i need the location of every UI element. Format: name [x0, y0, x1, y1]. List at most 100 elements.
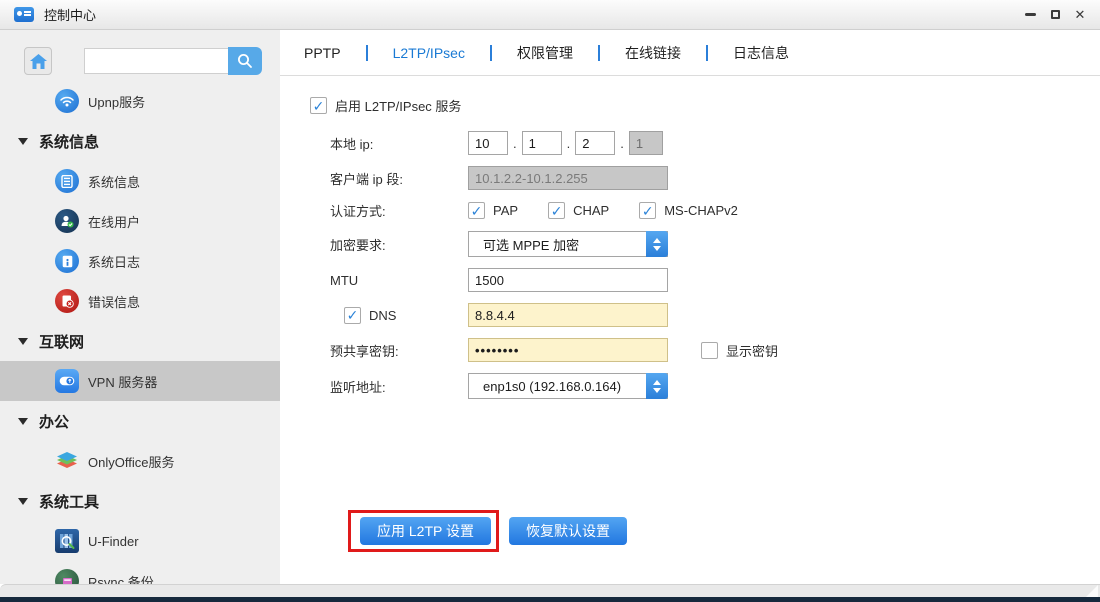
error-info-icon: [55, 289, 79, 313]
show-key-label: 显示密钥: [726, 341, 778, 360]
psk-row: 预共享密钥: 显示密钥: [330, 338, 1100, 362]
sidebar-item-label: 系统日志: [88, 252, 140, 271]
tab-pptp[interactable]: PPTP: [300, 45, 345, 61]
dns-input[interactable]: [468, 303, 668, 327]
app-icon: [14, 7, 34, 22]
l2tp-settings-form: 启用 L2TP/IPsec 服务 本地 ip: . . . 客户端 ip 段: …: [280, 76, 1100, 545]
window-controls: ✕: [1022, 7, 1088, 23]
auth-option-chap: CHAP: [548, 202, 609, 219]
dns-row: DNS: [330, 303, 1100, 327]
sidebar-item-upnp[interactable]: Upnp服务: [0, 81, 280, 121]
sidebar-item-label: 系统信息: [88, 172, 140, 191]
sidebar-search-row: [24, 47, 262, 75]
maximize-icon: [1051, 10, 1060, 19]
collapse-triangle-icon: [18, 418, 28, 425]
client-range-row: 客户端 ip 段:: [330, 166, 1100, 190]
client-range-label: 客户端 ip 段:: [330, 169, 468, 188]
local-ip-octet-4: [629, 131, 663, 155]
sidebar-item-rsync[interactable]: Rsync 备份: [0, 561, 280, 584]
ip-dot: .: [513, 136, 517, 151]
sidebar-item-vpn-server[interactable]: VPN 服务器: [0, 361, 280, 401]
encryption-row: 加密要求: 可选 MPPE 加密: [330, 231, 1100, 257]
mschapv2-checkbox[interactable]: [639, 202, 656, 219]
psk-label: 预共享密钥:: [330, 341, 468, 360]
close-button[interactable]: ✕: [1072, 7, 1088, 23]
restore-defaults-button[interactable]: 恢复默认设置: [509, 517, 627, 545]
collapse-triangle-icon: [18, 338, 28, 345]
tab-l2tp-ipsec[interactable]: L2TP/IPsec: [389, 45, 469, 61]
ufinder-icon: [55, 529, 79, 553]
listen-address-label: 监听地址:: [330, 377, 468, 396]
search-button[interactable]: [228, 47, 262, 75]
encryption-select[interactable]: 可选 MPPE 加密: [468, 231, 668, 257]
auth-methods-row: 认证方式: PAP CHAP MS-CHAPv2: [330, 201, 1100, 220]
window-title: 控制中心: [44, 5, 96, 24]
enable-service-row: 启用 L2TP/IPsec 服务: [310, 96, 1100, 115]
onlyoffice-icon: [55, 449, 79, 473]
ip-dot: .: [567, 136, 571, 151]
system-log-icon: [55, 249, 79, 273]
collapse-triangle-icon: [18, 498, 28, 505]
sidebar-item-error-info[interactable]: 错误信息: [0, 281, 280, 321]
minimize-button[interactable]: [1022, 7, 1038, 23]
listen-address-value: enp1s0 (192.168.0.164): [469, 379, 621, 394]
client-range-input: [468, 166, 668, 190]
sidebar-item-system-info[interactable]: 系统信息: [0, 161, 280, 201]
sidebar: Upnp服务 系统信息 系统信息: [0, 30, 280, 584]
local-ip-octet-2[interactable]: [522, 131, 562, 155]
local-ip-octet-3[interactable]: [575, 131, 615, 155]
tab-online-links[interactable]: 在线链接: [621, 43, 685, 63]
tab-separator: [598, 45, 600, 61]
show-key-checkbox[interactable]: [701, 342, 718, 359]
dns-checkbox[interactable]: [344, 307, 361, 324]
spinner-arrows-icon[interactable]: [646, 373, 668, 399]
auth-options: PAP CHAP MS-CHAPv2: [468, 202, 768, 219]
chap-checkbox[interactable]: [548, 202, 565, 219]
sidebar-item-label: U-Finder: [88, 534, 139, 549]
home-button[interactable]: [24, 47, 52, 75]
sidebar-section-system-info[interactable]: 系统信息: [0, 121, 280, 161]
tab-permissions[interactable]: 权限管理: [513, 43, 577, 63]
search-icon: [237, 53, 253, 69]
tab-separator: [706, 45, 708, 61]
dns-label-group: DNS: [330, 307, 468, 324]
enable-l2tp-checkbox[interactable]: [310, 97, 327, 114]
search-input[interactable]: [84, 48, 228, 74]
window-bottom-border: [0, 597, 1100, 602]
resize-grip[interactable]: [1086, 585, 1098, 597]
pap-checkbox[interactable]: [468, 202, 485, 219]
tab-log-info[interactable]: 日志信息: [729, 43, 793, 63]
chap-label: CHAP: [573, 203, 609, 218]
sidebar-item-label: 错误信息: [88, 292, 140, 311]
sidebar-item-system-log[interactable]: 系统日志: [0, 241, 280, 281]
sidebar-item-online-users[interactable]: 在线用户: [0, 201, 280, 241]
sidebar-item-label: VPN 服务器: [88, 372, 157, 391]
psk-input[interactable]: [468, 338, 668, 362]
apply-l2tp-button[interactable]: 应用 L2TP 设置: [360, 517, 491, 545]
enable-l2tp-label: 启用 L2TP/IPsec 服务: [335, 96, 461, 115]
auth-methods-label: 认证方式:: [330, 201, 468, 220]
bottom-bar: [0, 584, 1100, 597]
tab-separator: [490, 45, 492, 61]
local-ip-row: 本地 ip: . . .: [330, 131, 1100, 155]
spinner-arrows-icon[interactable]: [646, 231, 668, 257]
local-ip-label: 本地 ip:: [330, 134, 468, 153]
home-icon: [30, 54, 47, 69]
mtu-input[interactable]: [468, 268, 668, 292]
sidebar-section-office[interactable]: 办公: [0, 401, 280, 441]
minimize-icon: [1025, 13, 1036, 16]
encryption-value: 可选 MPPE 加密: [469, 235, 579, 254]
sidebar-item-label: Rsync 备份: [88, 572, 154, 585]
titlebar: 控制中心 ✕: [0, 0, 1100, 30]
apply-button-wrap: 应用 L2TP 设置: [360, 517, 491, 545]
collapse-triangle-icon: [18, 138, 28, 145]
sidebar-item-ufinder[interactable]: U-Finder: [0, 521, 280, 561]
tab-bar: PPTP L2TP/IPsec 权限管理 在线链接 日志信息: [280, 30, 1100, 76]
local-ip-octet-1[interactable]: [468, 131, 508, 155]
form-buttons-row: 应用 L2TP 设置 恢复默认设置: [360, 517, 1100, 545]
sidebar-item-onlyoffice[interactable]: OnlyOffice服务: [0, 441, 280, 481]
listen-address-select[interactable]: enp1s0 (192.168.0.164): [468, 373, 668, 399]
sidebar-section-system-tools[interactable]: 系统工具: [0, 481, 280, 521]
sidebar-section-internet[interactable]: 互联网: [0, 321, 280, 361]
maximize-button[interactable]: [1047, 7, 1063, 23]
